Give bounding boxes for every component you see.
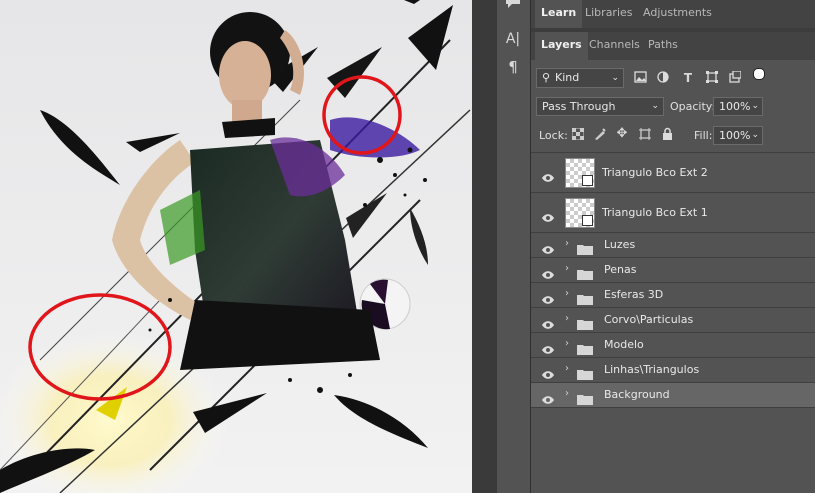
document-canvas[interactable] [0, 0, 472, 493]
artwork [0, 0, 472, 493]
filter-kind-select[interactable]: ⚲ Kind ⌄ [536, 68, 624, 88]
eye-icon[interactable] [541, 240, 555, 254]
folder-icon [577, 340, 593, 355]
layer-name: Triangulo Bco Ext 1 [602, 206, 708, 219]
chevron-down-icon: ⌄ [611, 73, 619, 83]
layer-name: Background [604, 388, 670, 401]
layer-name: Esferas 3D [604, 288, 664, 301]
lock-label: Lock: [539, 129, 568, 142]
chevron-right-icon[interactable]: › [565, 363, 569, 374]
eye-icon[interactable] [541, 168, 555, 182]
smart-object-icon [582, 215, 593, 226]
chevron-down-icon: ⌄ [751, 130, 759, 140]
opacity-value: 100% [719, 100, 751, 113]
fill-input[interactable]: 100% ⌄ [713, 126, 763, 145]
character-icon[interactable]: A| [503, 30, 523, 48]
layer-row[interactable]: Triangulo Bco Ext 1 [531, 193, 815, 233]
blend-mode-select[interactable]: Pass Through ⌄ [536, 97, 664, 116]
folder-icon [577, 240, 593, 255]
lock-all-icon[interactable] [660, 127, 674, 143]
layer-name: Linhas\Triangulos [604, 363, 700, 376]
smart-object-icon [582, 175, 593, 186]
layer-group-row-selected[interactable]: › Background [531, 383, 815, 408]
lock-image-pixels-icon[interactable] [593, 128, 607, 143]
tab-channels[interactable]: Channels [583, 32, 646, 60]
lock-position-icon[interactable]: ✥ [615, 127, 629, 141]
chevron-down-icon: ⌄ [651, 101, 659, 111]
layer-thumbnail [565, 158, 595, 188]
fill-value: 100% [719, 129, 751, 142]
tab-paths[interactable]: Paths [642, 32, 684, 60]
layer-group-row[interactable]: › Penas [531, 258, 815, 283]
layer-row[interactable]: Triangulo Bco Ext 2 [531, 153, 815, 193]
layer-name: Corvo\Particulas [604, 313, 694, 326]
tab-layers[interactable]: Layers [535, 32, 588, 60]
folder-icon [577, 265, 593, 280]
layer-group-row[interactable]: › Corvo\Particulas [531, 308, 815, 333]
eye-icon[interactable] [541, 265, 555, 279]
layer-group-row[interactable]: › Esferas 3D [531, 283, 815, 308]
eye-icon[interactable] [541, 290, 555, 304]
filter-kind-value: Kind [555, 71, 580, 84]
folder-icon [577, 365, 593, 380]
folder-icon [577, 290, 593, 305]
layers-panel-group: Learn Libraries Adjustments Layers Chann… [531, 0, 815, 493]
tab-libraries[interactable]: Libraries [579, 0, 639, 28]
eye-icon[interactable] [541, 340, 555, 354]
filter-shape-icon[interactable] [705, 71, 719, 86]
chevron-right-icon[interactable]: › [565, 263, 569, 274]
chevron-right-icon[interactable]: › [565, 388, 569, 399]
eye-icon[interactable] [541, 365, 555, 379]
layer-thumbnail [565, 198, 595, 228]
eye-icon[interactable] [541, 208, 555, 222]
lock-transparent-icon[interactable] [571, 127, 585, 143]
folder-icon [577, 315, 593, 330]
chevron-right-icon[interactable]: › [565, 313, 569, 324]
folder-icon [577, 390, 593, 405]
eye-icon[interactable] [541, 315, 555, 329]
filter-smart-object-icon[interactable] [728, 70, 742, 86]
opacity-label: Opacity: [670, 100, 716, 113]
layer-group-row[interactable]: › Modelo [531, 333, 815, 358]
chevron-down-icon: ⌄ [751, 101, 759, 111]
tab-adjustments[interactable]: Adjustments [637, 0, 718, 28]
opacity-input[interactable]: 100% ⌄ [713, 97, 763, 116]
layer-group-row[interactable]: › Linhas\Triangulos [531, 358, 815, 383]
chevron-right-icon[interactable]: › [565, 238, 569, 249]
panel-divider [472, 0, 497, 493]
layer-name: Luzes [604, 238, 636, 251]
chevron-right-icon[interactable]: › [565, 338, 569, 349]
comment-icon[interactable] [503, 0, 523, 12]
search-icon: ⚲ [542, 71, 551, 84]
fill-label: Fill: [694, 129, 713, 142]
eye-icon[interactable] [541, 390, 555, 404]
layers-tab-bar: Layers Channels Paths [531, 32, 815, 60]
filter-type-icon[interactable]: T [681, 71, 695, 85]
filter-toggle-icon[interactable] [753, 68, 765, 80]
paragraph-icon[interactable]: ¶ [503, 58, 523, 76]
layer-name: Modelo [604, 338, 644, 351]
blend-mode-value: Pass Through [542, 100, 616, 113]
layer-group-row[interactable]: › Luzes [531, 233, 815, 258]
chevron-right-icon[interactable]: › [565, 288, 569, 299]
top-tab-bar: Learn Libraries Adjustments [531, 0, 815, 28]
filter-pixel-icon[interactable] [633, 71, 647, 86]
filter-adjustment-icon[interactable] [656, 71, 670, 86]
layer-name: Penas [604, 263, 637, 276]
tab-learn[interactable]: Learn [535, 0, 583, 28]
panel-icon-strip: A| ¶ [497, 0, 531, 493]
lock-artboard-icon[interactable] [638, 128, 652, 143]
layer-name: Triangulo Bco Ext 2 [602, 166, 708, 179]
